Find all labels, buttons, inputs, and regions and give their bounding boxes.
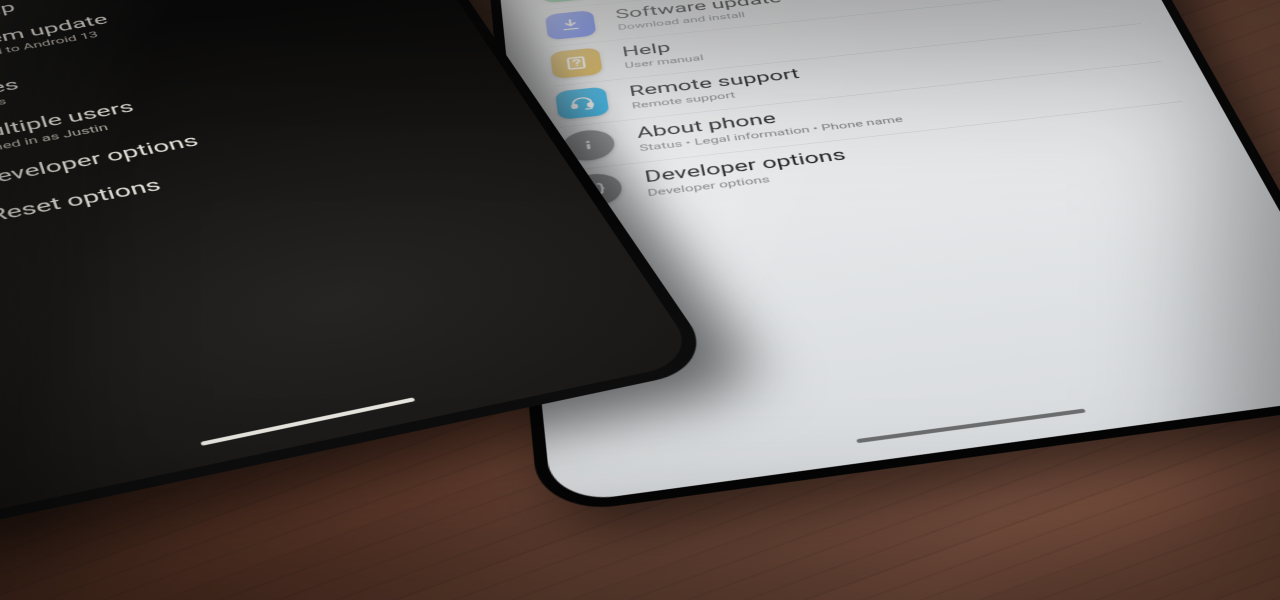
desk-scene: Accessibility TalkBack • More Software u… [0,0,1280,600]
item-title: Backup [0,0,17,28]
gesture-bar[interactable] [856,409,1086,444]
accessibility-icon [540,0,590,3]
gesture-bar[interactable] [200,397,415,446]
download-icon [545,10,597,40]
headset-icon [555,86,610,120]
item-subtitle: 0 rules [0,93,25,115]
help-icon [550,47,603,79]
